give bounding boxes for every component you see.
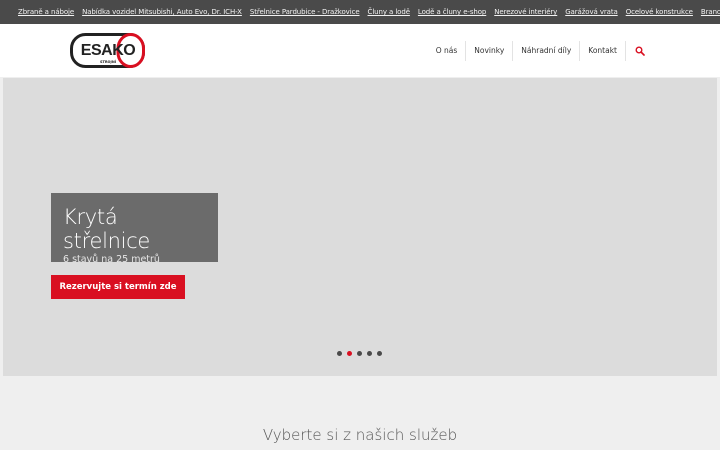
top-links-bar: Zbraně a náboje Nabídka vozidel Mitsubis… [0, 0, 720, 24]
top-link-strelnice[interactable]: Střelnice Pardubice - Dražkovice [250, 8, 360, 16]
site-header: ESAKO STROJNÍ O nás Novinky Náhradní díl… [0, 24, 720, 77]
reserve-button[interactable]: Rezervujte si termín zde [51, 275, 185, 299]
logo-text: ESAKO [81, 42, 135, 59]
hero-caption-box: Krytá střelnice 6 stavů na 25 metrů [51, 193, 218, 265]
slider-dot-4[interactable] [367, 351, 372, 356]
top-link-branove[interactable]: Branové a kované prvky e-shop [701, 8, 720, 16]
top-link-cluny[interactable]: Čluny a lodě [368, 8, 410, 16]
esako-logo[interactable]: ESAKO STROJNÍ [70, 33, 146, 68]
nav-item-nahradni-dily[interactable]: Náhradní díly [513, 40, 581, 61]
hero-title: Krytá střelnice [63, 205, 151, 253]
slider-dot-5[interactable] [377, 351, 382, 356]
services-section: Vyberte si z našich služeb [0, 378, 720, 450]
main-nav: O nás Novinky Náhradní díly Kontakt [428, 24, 650, 77]
nav-item-o-nas[interactable]: O nás [428, 40, 467, 61]
slider-dot-2[interactable] [347, 351, 352, 356]
top-link-nerez[interactable]: Nerezové interiéry [494, 8, 557, 16]
search-icon[interactable] [630, 41, 650, 61]
top-link-lode-eshop[interactable]: Lodě a čluny e-shop [418, 8, 486, 16]
top-link-vrata[interactable]: Garážová vrata [565, 8, 618, 16]
slider-dot-1[interactable] [337, 351, 342, 356]
nav-item-novinky[interactable]: Novinky [466, 40, 514, 61]
services-heading: Vyberte si z našich služeb [262, 426, 458, 444]
hero-slider: Krytá střelnice 6 stavů na 25 metrů Reze… [3, 78, 717, 376]
top-link-vozidla[interactable]: Nabídka vozidel Mitsubishi, Auto Evo, Dr… [82, 8, 242, 16]
top-link-konstrukce[interactable]: Ocelové konstrukce [626, 8, 693, 16]
slider-dot-3[interactable] [357, 351, 362, 356]
top-link-zbrane[interactable]: Zbraně a náboje [18, 8, 74, 16]
hero-subtitle: 6 stavů na 25 metrů [63, 254, 160, 265]
logo-subtext: STROJNÍ [100, 59, 117, 64]
slider-dots [337, 351, 382, 356]
nav-item-kontakt[interactable]: Kontakt [580, 40, 626, 61]
